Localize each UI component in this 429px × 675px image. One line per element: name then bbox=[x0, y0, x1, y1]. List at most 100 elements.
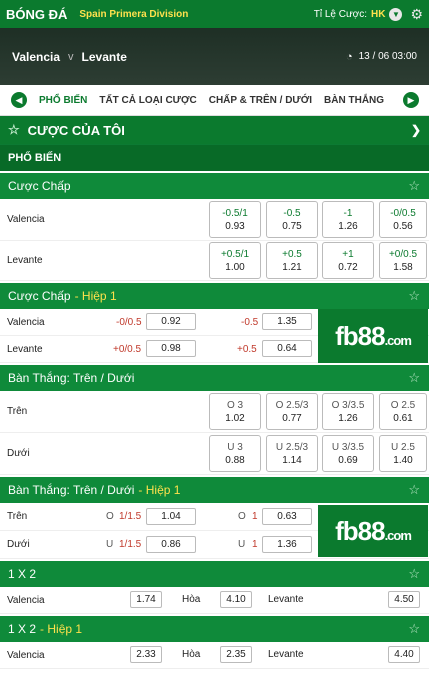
banner-text: fb bbox=[335, 320, 359, 351]
total-line: O 2.5/3 bbox=[275, 399, 309, 411]
star-icon[interactable]: ☆ bbox=[408, 621, 420, 637]
tab-popular[interactable]: PHỔ BIẾN bbox=[39, 95, 87, 106]
odds-cell[interactable]: 1.04 bbox=[146, 508, 196, 525]
odds-cell[interactable]: O 2.5 0.61 bbox=[379, 393, 427, 430]
odds-cell[interactable]: 4.50 bbox=[388, 591, 420, 608]
tab-all-bets[interactable]: TẤT CẢ LOẠI CƯỢC bbox=[99, 95, 196, 106]
total-line: 1/1.5 bbox=[119, 539, 142, 550]
market-title: Bàn Thắng: Trên / Dưới bbox=[8, 371, 135, 385]
ou-prefix: U bbox=[106, 539, 114, 550]
ou-label: Trên bbox=[7, 511, 28, 522]
ou-label: Trên bbox=[7, 406, 28, 417]
odds-cell[interactable]: +1 0.72 bbox=[322, 242, 374, 279]
odds-cell[interactable]: U 3 0.88 bbox=[209, 435, 261, 472]
league-name[interactable]: Spain Primera Division bbox=[79, 9, 188, 20]
odds-cell[interactable]: O 3/3.5 1.26 bbox=[322, 393, 374, 430]
odds-format-label: Tỉ Lệ Cược: bbox=[313, 8, 367, 20]
odds-cell[interactable]: -0.5/1 0.93 bbox=[209, 201, 261, 238]
odds-cell[interactable]: 4.40 bbox=[388, 646, 420, 663]
odds-cell[interactable]: U 2.5/3 1.14 bbox=[266, 435, 318, 472]
chevron-right-icon[interactable]: ▶ bbox=[403, 92, 419, 108]
odds-cell[interactable]: O 3 1.02 bbox=[209, 393, 261, 430]
table-row: Trên O 3 1.02 O 2.5/3 0.77 O 3/3.5 1.26 O 2… bbox=[0, 391, 429, 433]
odds-value: 0.77 bbox=[282, 412, 302, 424]
table-row: Dưới U 3 0.88 U 2.5/3 1.14 U 3/3.5 0.69 U 2… bbox=[0, 433, 429, 475]
tab-handicap-ou[interactable]: CHẤP & TRÊN / DƯỚI bbox=[209, 95, 312, 106]
ou-prefix: U bbox=[238, 539, 246, 550]
odds-value: 1.02 bbox=[225, 412, 245, 424]
odds-cell[interactable]: 0.63 bbox=[262, 508, 312, 525]
ou-label: Dưới bbox=[7, 539, 30, 550]
tab-goals[interactable]: BÀN THẮNG bbox=[324, 95, 384, 106]
table-row: Levante +0.5/1 1.00 +0.5 1.21 +1 0.72 +0/0.… bbox=[0, 241, 429, 281]
odds-value: 1.14 bbox=[282, 454, 302, 466]
star-icon[interactable]: ☆ bbox=[408, 370, 420, 386]
team-name: Levante bbox=[7, 255, 43, 266]
star-icon: ☆ bbox=[8, 122, 20, 137]
odds-cell[interactable]: 2.33 bbox=[130, 646, 162, 663]
fb88-banner[interactable]: fb 88 .com bbox=[318, 309, 428, 363]
odds-format-selector[interactable]: Tỉ Lệ Cược: HK ▼ ⚙ bbox=[314, 6, 423, 23]
chevron-left-icon[interactable]: ◀ bbox=[11, 92, 27, 108]
odds-cell[interactable]: +0.5/1 1.00 bbox=[209, 242, 261, 279]
odds-cell[interactable]: 1.35 bbox=[262, 313, 312, 330]
market-tabs: ◀ PHỔ BIẾN TẤT CẢ LOẠI CƯỢC CHẤP & TRÊN … bbox=[0, 85, 429, 116]
odds-cell[interactable]: 1.36 bbox=[262, 536, 312, 553]
handicap-line: +0/0.5 bbox=[113, 344, 142, 355]
odds-cell[interactable]: 0.98 bbox=[146, 340, 196, 357]
handicap-line: -0.5 bbox=[283, 207, 301, 219]
market-header-handicap[interactable]: Cược Chấp ☆ bbox=[0, 171, 429, 199]
odds-cell[interactable]: 4.10 bbox=[220, 591, 252, 608]
odds-cell[interactable]: 0.92 bbox=[146, 313, 196, 330]
handicap-line: +0.5/1 bbox=[220, 248, 250, 260]
market-header-ou-h1[interactable]: Bàn Thắng: Trên / Dưới - Hiệp 1 ☆ bbox=[0, 475, 429, 503]
odds-value: 1.21 bbox=[282, 261, 302, 273]
odds-cell[interactable]: 0.64 bbox=[262, 340, 312, 357]
odds-cell[interactable]: -0/0.5 0.56 bbox=[379, 201, 427, 238]
star-icon[interactable]: ☆ bbox=[408, 178, 420, 194]
banner-text: fb bbox=[335, 515, 359, 546]
odds-cell[interactable]: +0.5 1.21 bbox=[266, 242, 318, 279]
away-team: Levante bbox=[81, 49, 127, 64]
star-icon[interactable]: ☆ bbox=[408, 566, 420, 582]
total-line: U 2.5/3 bbox=[275, 441, 309, 453]
odds-value: 1.40 bbox=[393, 454, 413, 466]
total-line: O 2.5 bbox=[390, 399, 416, 411]
handicap-line: -0.5/1 bbox=[222, 207, 248, 219]
market-header-ou[interactable]: Bàn Thắng: Trên / Dưới ☆ bbox=[0, 363, 429, 391]
ou-prefix: O bbox=[106, 511, 114, 522]
star-icon[interactable]: ☆ bbox=[408, 288, 420, 304]
fb88-banner[interactable]: fb 88 .com bbox=[318, 505, 428, 557]
odds-cell[interactable]: 2.35 bbox=[220, 646, 252, 663]
handicap-line: +1 bbox=[342, 248, 354, 260]
gear-icon[interactable]: ⚙ bbox=[410, 6, 423, 23]
odds-cell[interactable]: O 2.5/3 0.77 bbox=[266, 393, 318, 430]
market-title: 1 X 2 bbox=[8, 622, 37, 636]
home-label: Valencia bbox=[7, 594, 45, 606]
table-row: Valencia 1.74 Hòa 4.10 Levante 4.50 bbox=[0, 587, 429, 614]
odds-value: 0.75 bbox=[282, 220, 302, 232]
odds-cell[interactable]: U 3/3.5 0.69 bbox=[322, 435, 374, 472]
total-line: 1 bbox=[252, 511, 258, 522]
market-title: Bàn Thắng: Trên / Dưới bbox=[8, 483, 135, 497]
away-label: Levante bbox=[268, 594, 304, 605]
odds-cell[interactable]: -1 1.26 bbox=[322, 201, 374, 238]
odds-cell[interactable]: +0/0.5 1.58 bbox=[379, 242, 427, 279]
star-icon[interactable]: ☆ bbox=[408, 482, 420, 498]
my-bets-bar[interactable]: ☆ CƯỢC CỦA TÔI ❯ bbox=[0, 116, 429, 144]
chevron-down-icon[interactable]: ❯ bbox=[411, 123, 421, 137]
sport-title: BÓNG ĐÁ bbox=[6, 6, 68, 22]
draw-label: Hòa bbox=[182, 649, 201, 660]
market-header-1x2-h1[interactable]: 1 X 2 - Hiệp 1 ☆ bbox=[0, 614, 429, 642]
match-header: Valencia v Levante ◔ 13 / 06 03:00 bbox=[0, 28, 429, 85]
odds-cell[interactable]: U 2.5 1.40 bbox=[379, 435, 427, 472]
chevron-down-icon[interactable]: ▼ bbox=[389, 7, 403, 21]
market-header-handicap-h1[interactable]: Cược Chấp - Hiệp 1 ☆ bbox=[0, 281, 429, 309]
odds-cell[interactable]: -0.5 0.75 bbox=[266, 201, 318, 238]
draw-label: Hòa bbox=[182, 594, 201, 605]
odds-cell[interactable]: 0.86 bbox=[146, 536, 196, 553]
handicap-line: +0.5 bbox=[282, 248, 302, 260]
market-header-1x2[interactable]: 1 X 2 ☆ bbox=[0, 559, 429, 587]
odds-value: 0.93 bbox=[225, 220, 245, 232]
odds-cell[interactable]: 1.74 bbox=[130, 591, 162, 608]
